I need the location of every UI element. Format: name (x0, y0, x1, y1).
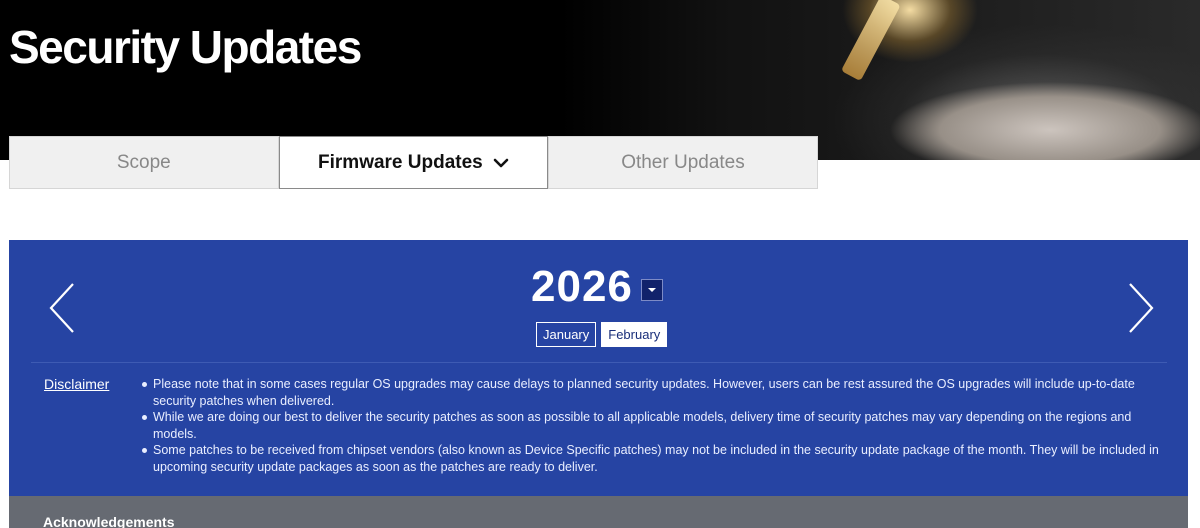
disclaimer-note: Some patches to be received from chipset… (141, 442, 1166, 475)
year-value: 2026 (531, 262, 633, 311)
divider (31, 362, 1167, 363)
chevron-down-icon (493, 158, 509, 167)
year-selector: 2026 (531, 262, 663, 312)
tab-other-updates[interactable]: Other Updates (548, 136, 818, 189)
caret-down-icon (647, 288, 656, 292)
tab-scope[interactable]: Scope (9, 136, 279, 189)
security-update-panel: 2026 January February Disclaimer Please … (9, 240, 1188, 496)
acknowledgements-section: Acknowledgements (9, 496, 1188, 528)
tab-firmware-updates[interactable]: Firmware Updates (278, 136, 549, 189)
chevron-left-icon[interactable] (47, 280, 87, 336)
disclaimer-link[interactable]: Disclaimer (44, 376, 109, 392)
disclaimer-note: Please note that in some cases regular O… (141, 376, 1166, 409)
tab-other-updates-label: Other Updates (621, 151, 745, 173)
chevron-right-icon[interactable] (1116, 280, 1156, 336)
tab-bar: Scope Firmware Updates Other Updates (9, 136, 818, 189)
disclaimer-notes: Please note that in some cases regular O… (141, 376, 1166, 475)
disclaimer-note: While we are doing our best to deliver t… (141, 409, 1166, 442)
year-dropdown-button[interactable] (640, 279, 663, 301)
tab-firmware-updates-label: Firmware Updates (318, 151, 483, 173)
page-title: Security Updates (9, 21, 362, 73)
acknowledgements-heading[interactable]: Acknowledgements (43, 514, 174, 528)
month-february[interactable]: February (601, 322, 668, 347)
tab-scope-label: Scope (116, 151, 171, 173)
month-january[interactable]: January (536, 322, 597, 347)
month-selector: January February (536, 322, 668, 347)
